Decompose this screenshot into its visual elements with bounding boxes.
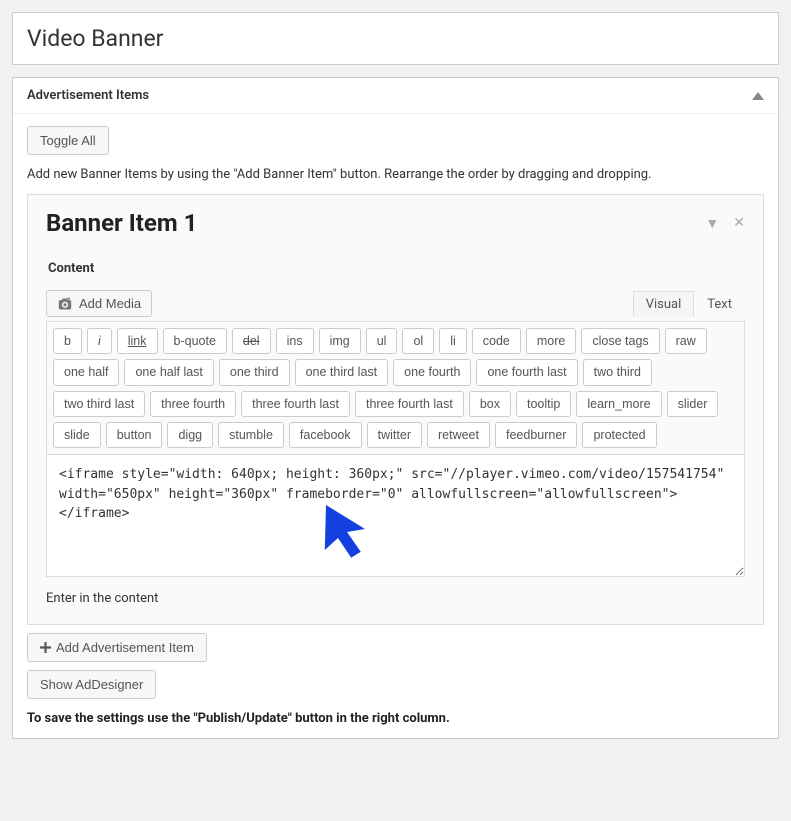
qt-slider-button[interactable]: slider [667, 391, 719, 417]
content-label: Content [46, 261, 745, 276]
qt-three-fourth-button[interactable]: three fourth [150, 391, 236, 417]
qt-one-third-button[interactable]: one third [219, 359, 290, 385]
qt-i-button[interactable]: i [87, 328, 112, 354]
qt-tooltip-button[interactable]: tooltip [516, 391, 571, 417]
qt-one-fourth-last-button[interactable]: one fourth last [476, 359, 577, 385]
footer-buttons: Add Advertisement Item Show AdDesigner [27, 625, 764, 699]
qt-stumble-button[interactable]: stumble [218, 422, 284, 448]
remove-icon[interactable]: ✕ [733, 215, 745, 232]
banner-item-title: Banner Item 1 [46, 209, 197, 237]
qt-del-button[interactable]: del [232, 328, 271, 354]
qt-b-quote-button[interactable]: b-quote [163, 328, 227, 354]
banner-item: Banner Item 1 ▼ ✕ Content Add Media Visu… [27, 194, 764, 625]
qt-digg-button[interactable]: digg [167, 422, 213, 448]
qt-ins-button[interactable]: ins [276, 328, 314, 354]
qt-code-button[interactable]: code [472, 328, 521, 354]
qt-close-tags-button[interactable]: close tags [581, 328, 659, 354]
qt-three-fourth-last-button[interactable]: three fourth last [355, 391, 464, 417]
qt-protected-button[interactable]: protected [582, 422, 656, 448]
qt-two-third-last-button[interactable]: two third last [53, 391, 145, 417]
qt-ul-button[interactable]: ul [366, 328, 398, 354]
page-title-panel: Video Banner [12, 12, 779, 65]
banner-item-controls: ▼ ✕ [705, 215, 745, 232]
advertisement-items-panel: Advertisement Items Toggle All Add new B… [12, 77, 779, 739]
quicktags-toolbar: bilinkb-quotedelinsimgulollicodemoreclos… [46, 321, 745, 455]
editor-tabs: Visual Text [633, 291, 745, 317]
tab-text[interactable]: Text [694, 291, 745, 317]
qt-link-button[interactable]: link [117, 328, 158, 354]
section-header[interactable]: Advertisement Items [13, 78, 778, 114]
section-body: Toggle All Add new Banner Items by using… [13, 114, 778, 738]
section-title: Advertisement Items [27, 88, 149, 103]
qt-retweet-button[interactable]: retweet [427, 422, 490, 448]
qt-learn-more-button[interactable]: learn_more [576, 391, 661, 417]
section-instructions: Add new Banner Items by using the "Add B… [27, 167, 764, 182]
qt-raw-button[interactable]: raw [665, 328, 707, 354]
banner-item-header: Banner Item 1 ▼ ✕ [46, 209, 745, 237]
save-note: To save the settings use the "Publish/Up… [27, 711, 764, 726]
plus-icon [40, 642, 51, 653]
qt-two-third-button[interactable]: two third [583, 359, 652, 385]
qt-one-half-last-button[interactable]: one half last [124, 359, 213, 385]
content-textarea[interactable] [46, 455, 745, 577]
qt-twitter-button[interactable]: twitter [367, 422, 422, 448]
add-media-label: Add Media [79, 296, 141, 311]
media-toolbar: Add Media Visual Text [46, 290, 745, 317]
qt-one-fourth-button[interactable]: one fourth [393, 359, 471, 385]
qt-ol-button[interactable]: ol [402, 328, 434, 354]
qt-img-button[interactable]: img [319, 328, 361, 354]
editor-wrap [46, 455, 745, 581]
qt-facebook-button[interactable]: facebook [289, 422, 362, 448]
qt-button-button[interactable]: button [106, 422, 163, 448]
content-hint: Enter in the content [46, 591, 745, 606]
add-media-button[interactable]: Add Media [46, 290, 152, 317]
qt-feedburner-button[interactable]: feedburner [495, 422, 577, 448]
qt-box-button[interactable]: box [469, 391, 511, 417]
qt-one-half-button[interactable]: one half [53, 359, 119, 385]
qt-one-third-last-button[interactable]: one third last [295, 359, 389, 385]
qt-more-button[interactable]: more [526, 328, 576, 354]
show-addesigner-button[interactable]: Show AdDesigner [27, 670, 156, 699]
reorder-icon[interactable]: ▼ [705, 215, 719, 232]
qt-li-button[interactable]: li [439, 328, 467, 354]
qt-three-fourth-last-button[interactable]: three fourth last [241, 391, 350, 417]
qt-b-button[interactable]: b [53, 328, 82, 354]
collapse-icon[interactable] [752, 92, 764, 100]
camera-icon [57, 297, 73, 311]
add-advertisement-item-button[interactable]: Add Advertisement Item [27, 633, 207, 662]
tab-visual[interactable]: Visual [633, 291, 695, 317]
qt-slide-button[interactable]: slide [53, 422, 101, 448]
toggle-all-button[interactable]: Toggle All [27, 126, 109, 155]
add-item-label: Add Advertisement Item [56, 640, 194, 655]
page-title: Video Banner [27, 25, 764, 52]
